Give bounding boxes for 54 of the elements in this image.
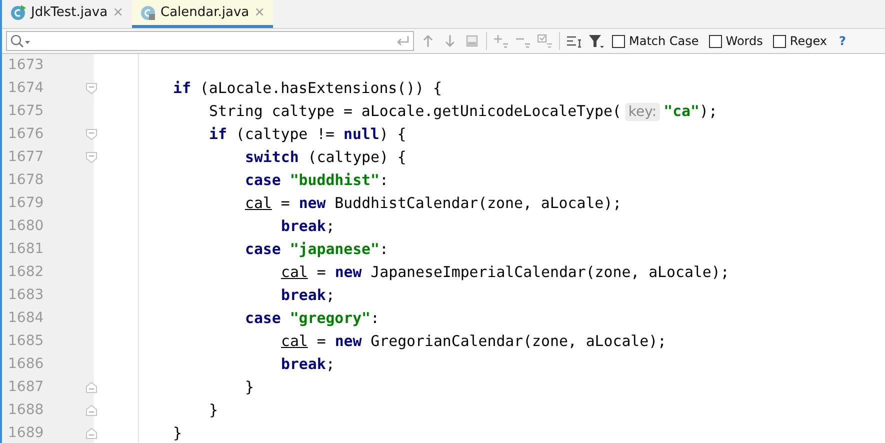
code-line: } [245,378,254,396]
code-line: break; [281,217,335,235]
line-number: 1682 [8,263,44,282]
search-icon [10,34,32,48]
line-number: 1673 [8,56,44,75]
square-icon[interactable] [464,33,480,49]
code-line: } [173,424,182,442]
fold-icon[interactable] [86,428,97,439]
code-line: case "japanese": [245,240,388,258]
class-file-icon [10,4,26,20]
newline-icon[interactable] [396,35,410,47]
fold-icon[interactable] [86,129,97,140]
line-number: 1678 [8,171,44,190]
code-line: break; [281,355,335,373]
option-checkbox[interactable]: Words [706,34,765,48]
fold-icon[interactable] [86,152,97,163]
option-checkbox[interactable]: Regex [770,34,829,48]
fold-icon[interactable] [86,382,97,393]
search-field[interactable] [6,31,414,51]
code-line: switch (caltype) { [245,148,406,166]
line-number: 1676 [8,125,44,144]
line-number: 1679 [8,194,44,213]
line-number: 1687 [8,378,44,397]
code-line: break; [281,286,335,304]
line-number: 1680 [8,217,44,236]
code-line: cal = new BuddhistCalendar(zone, aLocale); [245,194,622,212]
code-line: String caltype = aLocale.getUnicodeLocaleType( key: "ca"); [209,102,718,120]
fold-icon[interactable] [86,83,97,94]
help-link[interactable]: ? [838,34,846,48]
file-tab[interactable]: Calendar.java × [132,0,274,28]
line-number: 1684 [8,309,44,328]
line-number: 1688 [8,401,44,420]
code-line: } [209,401,218,419]
line-number: 1677 [8,148,44,167]
class-file-icon [140,4,156,20]
line-number: 1675 [8,102,44,121]
code-line: if (caltype != null) { [209,125,406,143]
plus-icon[interactable] [493,33,509,49]
filter-icon[interactable] [588,33,604,49]
checklist-icon[interactable] [537,33,553,49]
option-checkbox[interactable]: Match Case [610,34,701,48]
code-line: if (aLocale.hasExtensions()) { [173,79,442,97]
code-line: cal = new JapaneseImperialCalendar(zone, aLocale); [281,263,730,281]
line-number: 1686 [8,355,44,374]
line-number: 1681 [8,240,44,259]
line-number: 1674 [8,79,44,98]
line-number: 1689 [8,424,44,443]
line-number: 1683 [8,286,44,305]
code-line: cal = new GregorianCalendar(zone, aLocale); [281,332,667,350]
code-line: case "gregory": [245,309,380,327]
file-tab[interactable]: JdkTest.java × [2,0,132,28]
line-number: 1685 [8,332,44,351]
fold-icon[interactable] [86,405,97,416]
code-line: case "buddhist": [245,171,388,189]
